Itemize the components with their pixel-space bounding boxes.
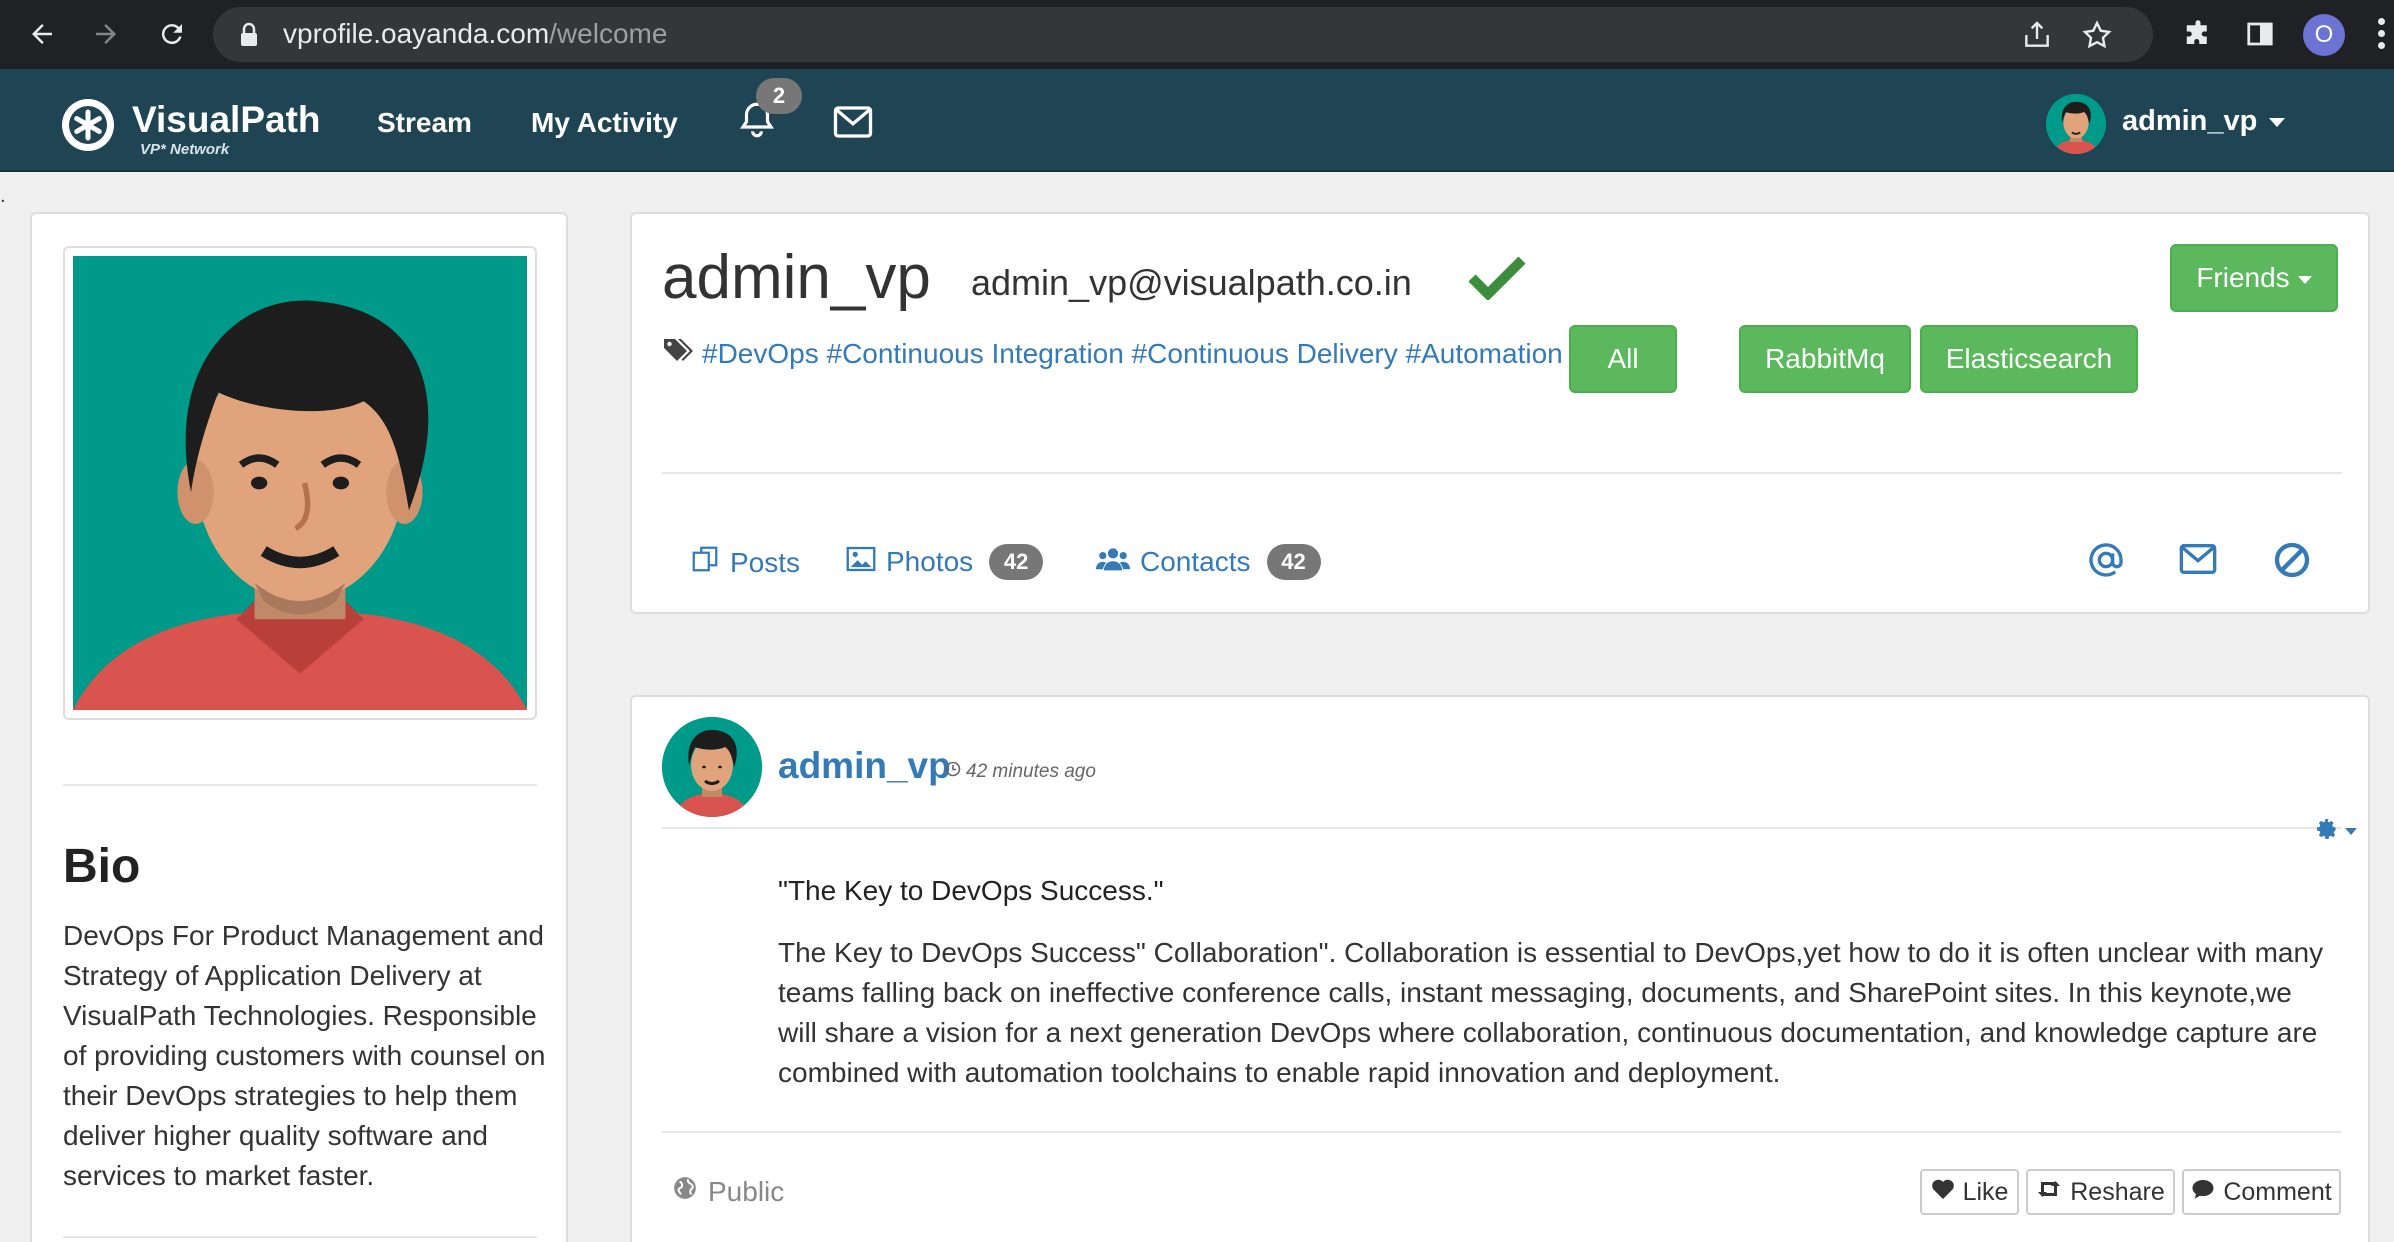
post-title: "The Key to DevOps Success." (778, 875, 1164, 906)
share-icon[interactable] (2021, 19, 2053, 51)
post-options-toggle[interactable] (2315, 817, 2357, 846)
tab-posts-label: Posts (730, 546, 801, 578)
profile-email: admin_vp@visualpath.co.in (971, 262, 1412, 303)
comment-bubble-icon (2191, 1178, 2215, 1207)
nav-my-activity-link[interactable]: My Activity (531, 107, 678, 139)
divider (63, 1236, 537, 1238)
side-panel-icon[interactable] (2240, 14, 2280, 54)
app-navbar: VisualPath VP* Network Stream My Activit… (0, 69, 2394, 172)
notifications-badge: 2 (756, 78, 802, 114)
tab-posts[interactable]: Posts (690, 544, 800, 581)
elasticsearch-button[interactable]: Elasticsearch (1920, 325, 2138, 393)
lock-icon (238, 22, 260, 53)
post-author-avatar[interactable] (662, 717, 762, 817)
post-timestamp: 42 minutes ago (945, 761, 1096, 783)
divider (662, 827, 2342, 829)
browser-toolbar: vprofile.oayanda.com/welcome O (0, 0, 2394, 69)
brand-name[interactable]: VisualPath (132, 99, 321, 141)
clock-icon (945, 761, 961, 783)
profile-header: admin_vp admin_vp@visualpath.co.in Frien… (630, 212, 2370, 614)
url-text: vprofile.oayanda.com/welcome (283, 18, 668, 49)
like-label: Like (1962, 1177, 2009, 1206)
reload-icon[interactable] (150, 12, 194, 56)
visibility-label: Public (708, 1175, 785, 1207)
all-users-button[interactable]: All Users (1569, 325, 1677, 438)
tab-contacts[interactable]: Contacts 42 (1096, 544, 1321, 580)
users-icon (1096, 545, 1130, 580)
profile-name: admin_vp (662, 243, 931, 312)
caret-down-icon (2297, 275, 2312, 284)
username-label: admin_vp (2122, 105, 2258, 137)
block-ban-icon[interactable] (2272, 540, 2312, 585)
divider (63, 784, 537, 786)
rabbitmq-button[interactable]: RabbitMq (1739, 325, 1911, 393)
reshare-button[interactable]: Reshare (2026, 1169, 2175, 1215)
photos-count-badge: 42 (989, 544, 1044, 580)
photo-icon (846, 546, 876, 579)
like-button[interactable]: Like (1920, 1169, 2019, 1215)
post-body: The Key to DevOps Success" Collaboration… (778, 937, 2324, 1088)
brand-subtitle: VP* Network (140, 141, 230, 158)
profile-photo[interactable] (63, 246, 537, 720)
reshare-label: Reshare (2070, 1177, 2165, 1206)
bookmark-star-icon[interactable] (2081, 19, 2113, 51)
friends-dropdown-button[interactable]: Friends (2170, 244, 2338, 312)
contacts-count-badge: 42 (1266, 544, 1321, 580)
post-visibility: Public (672, 1175, 784, 1208)
tab-photos[interactable]: Photos 42 (846, 544, 1044, 580)
mention-at-icon[interactable] (2086, 540, 2126, 585)
tab-photos-label: Photos (886, 546, 974, 577)
heart-icon (1931, 1178, 1955, 1207)
stray-dot: . (0, 185, 6, 207)
comment-label: Comment (2223, 1177, 2332, 1206)
tab-contacts-label: Contacts (1140, 546, 1251, 577)
envelope-icon[interactable] (832, 102, 874, 147)
profile-tags: #DevOps #Continuous Integration #Continu… (662, 336, 1563, 371)
browser-menu-icon[interactable] (2378, 18, 2388, 54)
profile-sidebar: Bio DevOps For Product Management and St… (30, 212, 568, 1242)
message-envelope-icon[interactable] (2178, 540, 2218, 583)
verified-check-icon (1468, 254, 1526, 305)
bio-heading: Bio (63, 840, 141, 893)
caret-down-icon (2345, 828, 2357, 835)
address-bar[interactable]: vprofile.oayanda.com/welcome (213, 7, 2153, 62)
user-menu-toggle[interactable]: admin_vp (2122, 105, 2286, 138)
divider (662, 472, 2342, 474)
caret-down-icon (2269, 117, 2286, 127)
posts-icon (690, 544, 720, 581)
friends-label: Friends (2196, 262, 2290, 293)
browser-profile-avatar[interactable]: O (2303, 14, 2345, 56)
back-arrow-icon[interactable] (20, 12, 64, 56)
user-avatar[interactable] (2046, 94, 2106, 154)
brand-logo-icon[interactable] (62, 99, 114, 151)
bio-text: DevOps For Product Management and Strate… (63, 920, 546, 1191)
forward-arrow-icon[interactable] (84, 12, 128, 56)
post-time-text: 42 minutes ago (966, 761, 1096, 782)
globe-icon (672, 1175, 698, 1208)
extensions-puzzle-icon[interactable] (2178, 14, 2218, 54)
post-author-link[interactable]: admin_vp (778, 745, 951, 787)
divider (662, 1131, 2342, 1133)
stream-post: admin_vp 42 minutes ago "The Key to DevO… (630, 695, 2370, 1242)
tags-text[interactable]: #DevOps #Continuous Integration #Continu… (702, 338, 1563, 370)
gear-icon (2315, 817, 2339, 846)
comment-button[interactable]: Comment (2182, 1169, 2341, 1215)
tags-icon (662, 336, 694, 371)
nav-stream-link[interactable]: Stream (377, 107, 472, 139)
retweet-icon (2036, 1178, 2062, 1207)
